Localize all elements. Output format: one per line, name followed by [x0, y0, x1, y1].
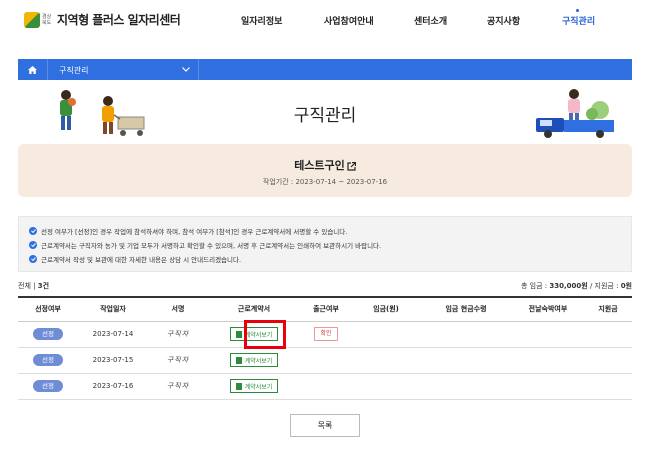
wage-label: 총 임금 : — [521, 282, 548, 290]
column-header: 선정여부 — [18, 297, 78, 322]
wage-summary: 총 임금 : 330,000원 / 지원금 : 0원 — [521, 281, 632, 291]
job-period: 작업기간 : 2023-07-14 ~ 2023-07-16 — [262, 178, 388, 186]
site-header: 경상북도 지역형 플러스 일자리센터 일자리정보 사업참여안내 센터소개 공지사… — [0, 0, 650, 40]
column-header: 전날숙박여부 — [512, 297, 584, 322]
view-contract-label: 계약서보기 — [244, 383, 273, 391]
cash-receipt-cell — [420, 321, 512, 348]
wage-cell — [352, 373, 420, 400]
nav-participation-guide[interactable]: 사업참여안내 — [324, 14, 374, 27]
nav-job-management[interactable]: 구직관리 — [562, 14, 595, 27]
view-contract-button[interactable]: 계약서보기 — [229, 353, 279, 367]
external-link-icon — [347, 161, 356, 171]
table-row: 선정 2023-07-15 구직자 계약서보기 — [18, 347, 632, 374]
notice-text: 선정 여부가 [선정]인 경우 작업에 참석하셔야 하며, 참석 여부가 [참석… — [41, 228, 348, 236]
signature: 구직자 — [166, 382, 190, 390]
job-info-box: 테스트구인 작업기간 : 2023-07-14 ~ 2023-07-16 — [18, 144, 632, 197]
wage-cell — [352, 347, 420, 374]
signature: 구직자 — [166, 356, 190, 364]
support-cell — [584, 321, 632, 348]
status-badge: 선정 — [33, 380, 63, 392]
wage-value: 330,000원 — [549, 282, 588, 290]
signature: 구직자 — [166, 330, 190, 338]
document-icon — [235, 330, 242, 338]
table-header-row: 선정여부 작업일자 서명 근로계약서 출근여부 임금(원) 임금 현금수령 전날… — [18, 297, 632, 322]
column-header: 임금 현금수령 — [420, 297, 512, 322]
status-badge: 선정 — [33, 328, 63, 340]
overnight-cell — [512, 347, 584, 374]
total-count: 전체 | 3건 — [18, 282, 50, 290]
location-bar: 구직관리 — [18, 59, 632, 80]
cash-receipt-cell — [420, 347, 512, 374]
highlight-box — [244, 320, 286, 349]
list-button[interactable]: 목록 — [290, 414, 360, 437]
total-label: 전체 — [18, 282, 31, 290]
status-badge: 선정 — [33, 354, 63, 366]
check-circle-icon — [29, 227, 37, 235]
document-icon — [235, 382, 242, 390]
logo-text: 지역형 플러스 일자리센터 — [57, 13, 181, 27]
location-label: 구직관리 — [59, 66, 89, 75]
logo-sub-text: 경상북도 — [42, 13, 52, 26]
notice-box: 선정 여부가 [선정]인 경우 작업에 참석하셔야 하며, 참석 여부가 [참석… — [18, 216, 632, 272]
view-contract-button[interactable]: 계약서보기 — [229, 379, 279, 393]
column-header: 임금(원) — [352, 297, 420, 322]
nav-job-info[interactable]: 일자리정보 — [241, 14, 282, 27]
job-table: 선정여부 작업일자 서명 근로계약서 출근여부 임금(원) 임금 현금수령 전날… — [18, 296, 632, 400]
support-cell — [584, 347, 632, 374]
document-icon — [235, 356, 242, 364]
site-logo[interactable]: 경상북도 지역형 플러스 일자리센터 — [24, 11, 181, 28]
work-date: 2023-07-15 — [78, 347, 148, 374]
total-value: 3건 — [37, 282, 50, 290]
job-title-link[interactable]: 테스트구인 — [18, 157, 632, 173]
nav-notice[interactable]: 공지사항 — [487, 14, 520, 27]
cash-receipt-cell — [420, 373, 512, 400]
support-label: / 지원금 : — [589, 282, 619, 290]
support-value: 0원 — [620, 282, 632, 290]
nav-center-intro[interactable]: 센터소개 — [414, 14, 447, 27]
column-header: 작업일자 — [78, 297, 148, 322]
location-dropdown-button[interactable] — [178, 63, 194, 76]
check-circle-icon — [29, 241, 37, 249]
location-divider — [198, 59, 199, 80]
overnight-cell — [512, 321, 584, 348]
attendance-cell — [300, 347, 352, 374]
view-contract-label: 계약서보기 — [244, 357, 273, 365]
home-button[interactable] — [18, 59, 48, 80]
work-date: 2023-07-14 — [78, 321, 148, 348]
column-header: 서명 — [148, 297, 208, 322]
work-date: 2023-07-16 — [78, 373, 148, 400]
notice-text: 근로계약서는 구직자와 농가 및 기업 모두가 서명하고 확인할 수 있으며, … — [41, 242, 382, 250]
check-circle-icon — [29, 255, 37, 263]
farmer-truck-illustration — [536, 89, 614, 138]
table-row: 선정 2023-07-16 구직자 계약서보기 — [18, 373, 632, 400]
chevron-down-icon — [182, 67, 190, 72]
logo-mark-icon — [24, 11, 40, 28]
notice-item: 근로계약서는 구직자와 농가 및 기업 모두가 서명하고 확인할 수 있으며, … — [29, 238, 621, 252]
column-header: 출근여부 — [300, 297, 352, 322]
confirm-attendance-button[interactable]: 확인 — [314, 327, 338, 341]
wage-cell — [352, 321, 420, 348]
column-header: 지원금 — [584, 297, 632, 322]
support-cell — [584, 373, 632, 400]
job-title: 테스트구인 — [294, 159, 345, 172]
notice-text: 근로계약서 작성 및 보관에 대한 자세한 내용은 상담 시 안내드리겠습니다. — [41, 256, 242, 264]
active-nav-indicator — [576, 9, 579, 12]
notice-item: 근로계약서 작성 및 보관에 대한 자세한 내용은 상담 시 안내드리겠습니다. — [29, 252, 621, 266]
notice-item: 선정 여부가 [선정]인 경우 작업에 참석하셔야 하며, 참석 여부가 [참석… — [29, 224, 621, 238]
column-header: 근로계약서 — [208, 297, 300, 322]
attendance-cell — [300, 373, 352, 400]
overnight-cell — [512, 373, 584, 400]
table-row: 선정 2023-07-14 구직자 계약서보기 확인 — [18, 321, 632, 348]
home-icon — [28, 65, 37, 74]
